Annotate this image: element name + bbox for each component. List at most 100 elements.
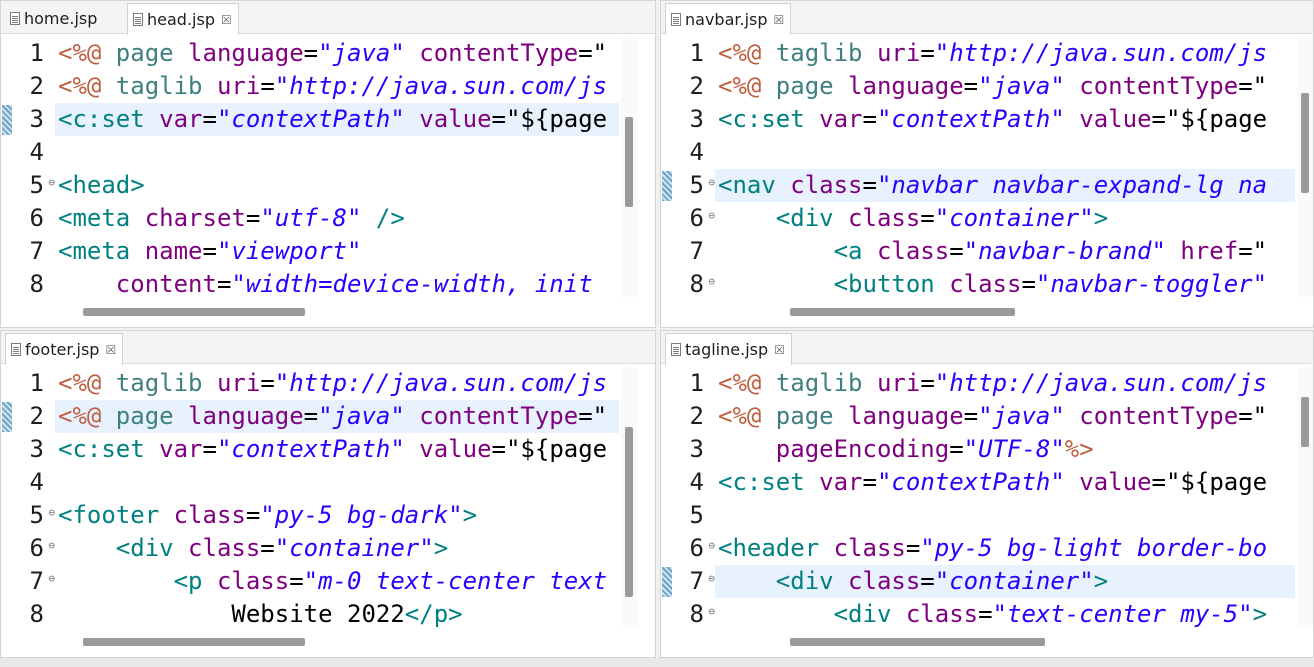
code-token: = [245,501,261,529]
code-line: 6 <meta charset="utf-8" /> [1,202,619,235]
line-gutter: 3 [1,103,55,136]
code-token: = [245,204,261,232]
fold-collapse-icon[interactable]: ⊖ [708,169,715,197]
code-token: class [188,534,261,562]
code-area[interactable]: 1 <%@ taglib uri="http://java.sun.com/js 2… [661,37,1295,297]
fold-collapse-icon[interactable]: ⊖ [48,532,55,560]
code-token: class [949,270,1022,297]
code-token: "http://java.sun.com/js [274,369,608,397]
code-token: = [862,468,877,496]
code-token: content [115,270,217,297]
code-line: 8 ⊖ <div class="text-center my-5"> [661,598,1295,627]
vertical-scrollbar[interactable] [1297,37,1313,297]
line-gutter: 4 [661,136,715,169]
code-token: <head> [58,171,145,199]
code-token: class [216,567,290,595]
code-text: <c:set var="contextPath" value="${page [718,466,1267,499]
code-token: = [949,237,964,265]
code-token: = [920,369,935,397]
code-token: = [202,105,217,133]
horizontal-scrollbar[interactable] [715,305,1295,319]
vertical-scroll-thumb[interactable] [625,117,633,207]
fold-collapse-icon[interactable]: ⊖ [708,532,715,560]
editor-pane-head-jsp[interactable]: home.jsp head.jsp ☒ 1 <%@ page language="jav… [0,0,656,328]
code-token: ="${page [1151,468,1268,496]
editor-tab[interactable]: home.jsp [5,3,103,34]
fold-collapse-icon[interactable]: ⊖ [708,598,715,626]
line-gutter: 6 ⊖ [661,202,715,235]
vertical-scroll-thumb[interactable] [1301,397,1309,447]
code-token: </p> [404,600,463,627]
code-token: uri [876,369,921,397]
line-number: 4 [689,468,704,496]
horizontal-scroll-thumb[interactable] [83,308,305,316]
code-token: = [216,270,232,297]
line-number: 3 [29,105,44,133]
vertical-scroll-thumb[interactable] [625,427,633,597]
line-number: 1 [689,39,704,67]
editor-pane-tagline-jsp[interactable]: tagline.jsp ☒ 1 <%@ taglib uri="http://java… [660,330,1314,658]
code-area[interactable]: 1 <%@ page language="java" contentType=" 2… [1,37,619,297]
horizontal-scrollbar[interactable] [55,305,619,319]
editor-pane-navbar-jsp[interactable]: navbar.jsp ☒ 1 <%@ taglib uri="http://java.… [660,0,1314,328]
code-token: "java" [318,39,420,67]
line-number: 5 [689,501,704,529]
editor-tab[interactable]: head.jsp ☒ [127,3,239,35]
code-area[interactable]: 1 <%@ taglib uri="http://java.sun.com/js 2… [1,367,619,627]
code-token: <%@ [718,39,776,67]
line-gutter: 6 ⊖ [661,532,715,565]
vertical-scrollbar[interactable] [621,37,637,297]
line-number: 8 [689,270,704,297]
code-token: "text-center my-5" [992,600,1253,627]
code-line: 7 <a class="navbar-brand" href=" [661,235,1295,268]
editor-tab[interactable]: tagline.jsp ☒ [665,333,792,365]
editor-tab[interactable]: navbar.jsp ☒ [665,3,792,35]
code-token: = [862,105,877,133]
fold-collapse-icon[interactable]: ⊖ [48,499,55,527]
close-icon[interactable]: ☒ [105,343,116,357]
tab-label: head.jsp [147,10,215,29]
horizontal-scroll-thumb[interactable] [790,638,1045,646]
code-token: "viewport" [216,237,362,265]
code-token: "http://java.sun.com/js [934,369,1268,397]
code-line: 2 <%@ taglib uri="http://java.sun.com/js [1,70,619,103]
close-icon[interactable]: ☒ [774,343,785,357]
code-line: 6 ⊖ <div class="container"> [661,202,1295,235]
fold-collapse-icon[interactable]: ⊖ [708,268,715,296]
line-number: 2 [29,402,44,430]
code-text: <%@ taglib uri="http://java.sun.com/js [718,367,1267,400]
editor-tab[interactable]: footer.jsp ☒ [5,333,124,365]
line-gutter: 7 ⊖ [1,565,55,598]
vertical-scrollbar[interactable] [1297,367,1313,627]
horizontal-scrollbar[interactable] [55,635,619,649]
code-token: <header [718,534,834,562]
code-token: %> [1064,435,1094,463]
code-token: > [433,534,449,562]
line-number: 3 [29,435,44,463]
fold-collapse-icon[interactable]: ⊖ [48,169,55,197]
code-token: uri [216,369,261,397]
line-number: 7 [689,237,704,265]
vertical-scroll-thumb[interactable] [1301,93,1309,193]
code-area[interactable]: 1 <%@ taglib uri="http://java.sun.com/js 2… [661,367,1295,627]
code-token: > [1093,204,1109,232]
fold-collapse-icon[interactable]: ⊖ [708,565,715,593]
close-icon[interactable]: ☒ [221,13,232,27]
change-marker-icon [662,171,672,201]
editor-pane-footer-jsp[interactable]: footer.jsp ☒ 1 <%@ taglib uri="http://java.… [0,330,656,658]
line-number: 7 [29,567,44,595]
tab-label: tagline.jsp [685,340,769,359]
fold-collapse-icon[interactable]: ⊖ [48,565,55,593]
line-gutter: 5 [661,499,715,532]
horizontal-scroll-thumb[interactable] [83,638,305,646]
close-icon[interactable]: ☒ [774,13,785,27]
fold-collapse-icon[interactable]: ⊖ [708,202,715,230]
code-token: language [188,402,304,430]
horizontal-scroll-thumb[interactable] [790,308,1015,316]
vertical-scrollbar[interactable] [621,367,637,627]
code-text: <head> [58,169,145,202]
horizontal-scrollbar[interactable] [715,635,1295,649]
code-token: class [173,501,246,529]
code-line: 4 [1,136,619,169]
